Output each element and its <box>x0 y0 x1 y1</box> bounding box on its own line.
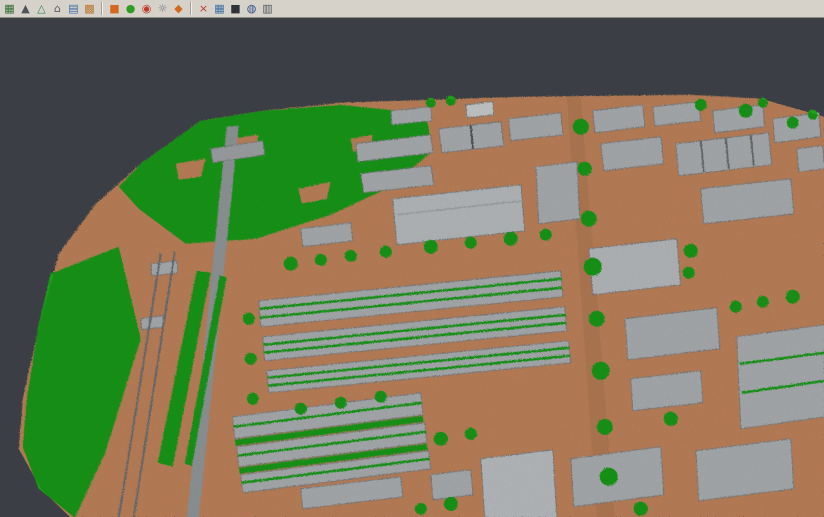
vegetation-icon[interactable]: ● <box>123 1 138 16</box>
marker-icon[interactable]: ◆ <box>171 1 186 16</box>
mesh-icon[interactable]: △ <box>34 1 49 16</box>
classification-icon[interactable]: ◉ <box>139 1 154 16</box>
grid-view-icon[interactable]: ▦ <box>2 1 17 16</box>
toolbar-separator <box>190 2 192 15</box>
orthophoto-icon[interactable]: ■ <box>107 1 122 16</box>
toolbar-group: ▦▲△⌂▤▩ <box>2 1 97 16</box>
toolbar-group: ■●◉☼◆ <box>107 1 186 16</box>
settings-icon[interactable]: ☼ <box>155 1 170 16</box>
layers-icon[interactable]: ▤ <box>66 1 81 16</box>
toolbar-separator <box>101 2 103 15</box>
scene-canvas[interactable] <box>0 18 824 517</box>
shading-icon[interactable]: ■ <box>228 1 243 16</box>
terrain-view-icon[interactable]: ▲ <box>18 1 33 16</box>
main-toolbar: ▦▲△⌂▤▩■●◉☼◆×▦■◍▥ <box>0 0 824 18</box>
globe-icon[interactable]: ◍ <box>244 1 259 16</box>
point-cloud-model <box>0 18 824 517</box>
point-cloud-noise-overlay <box>0 18 824 517</box>
table-icon[interactable]: ▦ <box>212 1 227 16</box>
viewport-3d[interactable] <box>0 18 824 517</box>
texture-icon[interactable]: ▩ <box>82 1 97 16</box>
home-view-icon[interactable]: ⌂ <box>50 1 65 16</box>
delete-icon[interactable]: × <box>196 1 211 16</box>
histogram-icon[interactable]: ▥ <box>260 1 275 16</box>
toolbar-group: ×▦■◍▥ <box>196 1 275 16</box>
